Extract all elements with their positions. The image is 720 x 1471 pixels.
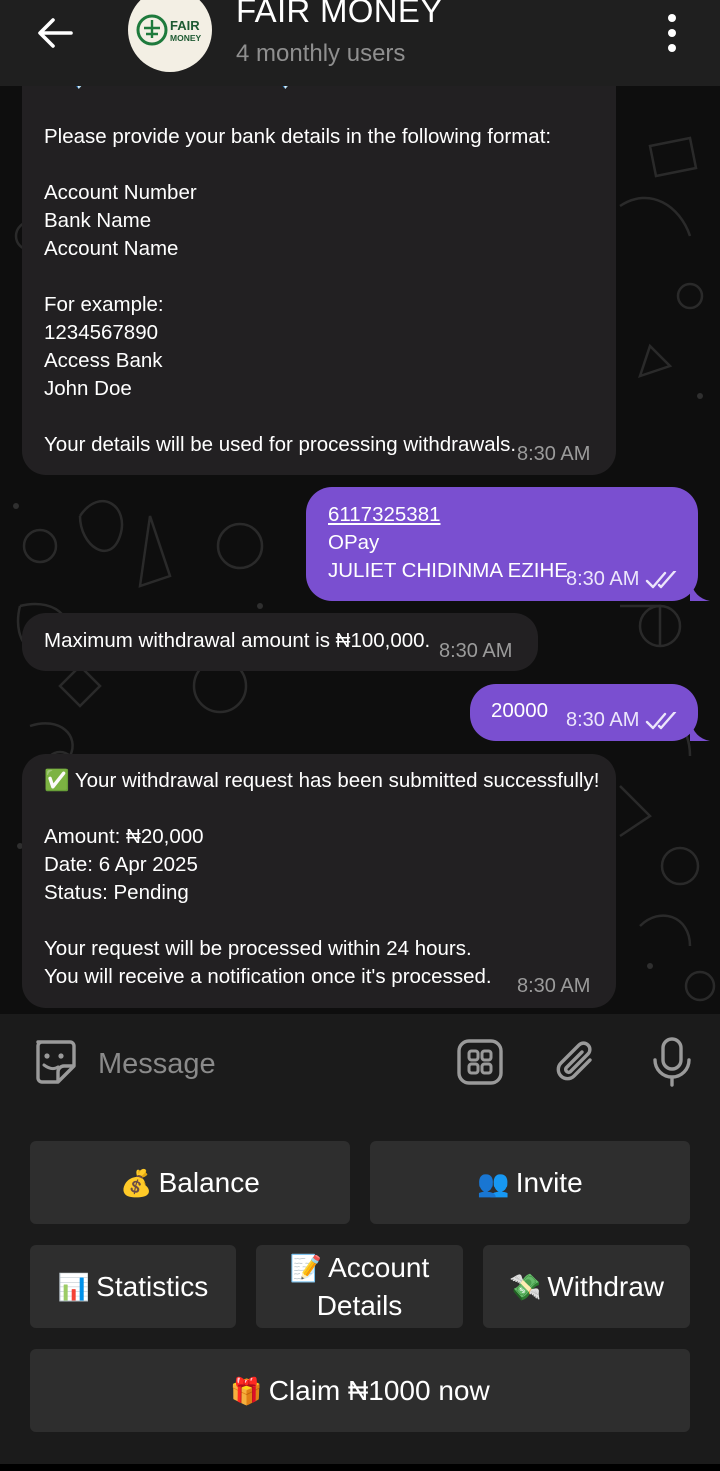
dot-icon bbox=[668, 29, 676, 37]
attach-button[interactable] bbox=[550, 1036, 602, 1088]
message-input[interactable] bbox=[98, 1042, 428, 1086]
fair-money-logo: FAIR MONEY bbox=[136, 14, 202, 46]
statistics-label: Statistics bbox=[96, 1270, 209, 1302]
message-bubble-incoming[interactable]: 💎 Enter Bank Details 💎 Please provide yo… bbox=[22, 50, 616, 475]
dot-icon bbox=[668, 44, 676, 52]
people-icon: 👥 bbox=[477, 1167, 510, 1198]
voice-button[interactable] bbox=[646, 1036, 698, 1088]
message-text: ✅ Your withdrawal request has been submi… bbox=[44, 769, 600, 988]
account-details-label-line-2: Details bbox=[316, 1289, 403, 1321]
invite-label: Invite bbox=[515, 1166, 583, 1198]
logo-text-fair: FAIR bbox=[170, 18, 200, 33]
sticker-button[interactable] bbox=[28, 1036, 80, 1088]
message-text: Maximum withdrawal amount is ₦100,000. bbox=[44, 629, 431, 652]
message-text: 20000 bbox=[491, 699, 549, 722]
memo-icon: 📝 bbox=[289, 1252, 323, 1283]
bot-keyboard-button[interactable] bbox=[454, 1036, 506, 1088]
message-input-bar bbox=[0, 1014, 720, 1112]
claim-bonus-button[interactable]: 🎁 Claim ₦1000 now bbox=[30, 1349, 690, 1432]
gift-icon: 🎁 bbox=[230, 1375, 263, 1406]
keyboard-grid-icon bbox=[457, 1039, 503, 1085]
paperclip-icon bbox=[556, 1041, 592, 1081]
back-button[interactable] bbox=[30, 8, 80, 58]
double-check-icon bbox=[646, 711, 677, 729]
message-bubble-incoming[interactable]: Maximum withdrawal amount is ₦100,000. 8… bbox=[22, 613, 538, 671]
message-bubble-incoming[interactable]: ✅ Your withdrawal request has been submi… bbox=[22, 754, 616, 1008]
message-text: OPay JULIET CHIDINMA EZIHE bbox=[328, 531, 568, 582]
message-bubble-outgoing[interactable]: 6117325381 OPay JULIET CHIDINMA EZIHE 8:… bbox=[306, 487, 698, 601]
bubble-tail bbox=[690, 720, 710, 741]
money-bag-icon: 💰 bbox=[120, 1167, 153, 1198]
message-time: 8:30 AM bbox=[517, 975, 591, 997]
navigation-bar bbox=[0, 1464, 720, 1471]
message-time: 8:30 AM bbox=[566, 565, 679, 593]
arrow-left-icon bbox=[38, 18, 73, 48]
bubble-tail bbox=[690, 580, 710, 601]
logo-text-money: MONEY bbox=[170, 33, 202, 43]
microphone-icon bbox=[653, 1037, 691, 1087]
message-time: 8:30 AM bbox=[517, 443, 591, 465]
sticker-icon bbox=[36, 1040, 76, 1084]
more-options-button[interactable] bbox=[656, 10, 688, 56]
bar-chart-icon: 📊 bbox=[57, 1271, 91, 1302]
avatar[interactable]: FAIR MONEY bbox=[128, 0, 212, 72]
balance-label: Balance bbox=[158, 1166, 260, 1198]
claim-label: Claim ₦1000 now bbox=[268, 1374, 490, 1406]
message-text: Please provide your bank details in the … bbox=[44, 125, 552, 456]
withdraw-label: Withdraw bbox=[547, 1270, 665, 1302]
account-details-button[interactable]: 📝 Account Details bbox=[256, 1245, 463, 1328]
money-wings-icon: 💸 bbox=[508, 1271, 542, 1302]
statistics-button[interactable]: 📊 Statistics bbox=[30, 1245, 236, 1328]
chat-title[interactable]: FAIR MONEY bbox=[236, 0, 443, 30]
chat-header: FAIR MONEY FAIR MONEY 4 monthly users bbox=[0, 0, 720, 86]
chat-subtitle: 4 monthly users bbox=[236, 40, 406, 67]
account-details-label-line-1: Account bbox=[328, 1251, 430, 1283]
account-number-link[interactable]: 6117325381 bbox=[328, 501, 441, 529]
withdraw-button[interactable]: 💸 Withdraw bbox=[483, 1245, 690, 1328]
double-check-icon bbox=[646, 570, 677, 588]
dot-icon bbox=[668, 14, 676, 22]
message-bubble-outgoing[interactable]: 20000 8:30 AM bbox=[470, 684, 698, 741]
invite-button[interactable]: 👥 Invite bbox=[370, 1141, 690, 1224]
message-time: 8:30 AM bbox=[439, 640, 513, 662]
message-time: 8:30 AM bbox=[566, 706, 679, 734]
balance-button[interactable]: 💰 Balance bbox=[30, 1141, 350, 1224]
bot-reply-keyboard: 💰 Balance 👥 Invite 📊 Statistics 📝 Account De… bbox=[0, 1112, 720, 1464]
